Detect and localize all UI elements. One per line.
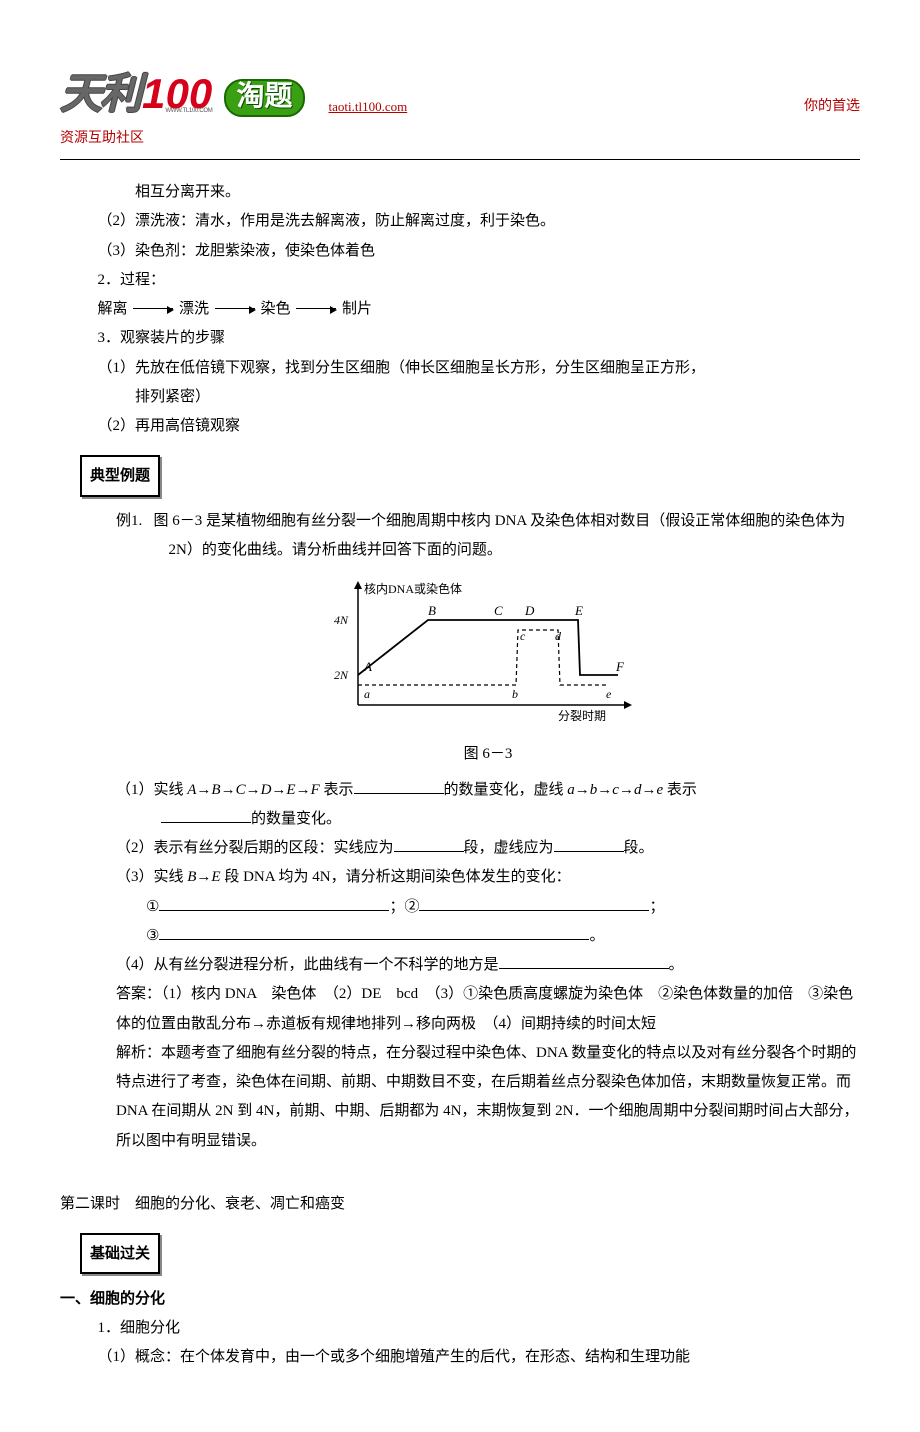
q-text: （1）实线: [116, 782, 187, 798]
q-text: （2）表示有丝分裂后期的区段：实线应为: [116, 840, 394, 856]
q-text: 表示: [320, 782, 354, 798]
question-3-sub2: ③。: [116, 922, 860, 951]
q-italic: B→E: [187, 869, 220, 885]
example-number: 例1.: [116, 513, 142, 529]
taoti-badge: 淘题: [224, 79, 304, 117]
pt-F: F: [615, 659, 625, 674]
chart-xlabel: 分裂时期: [558, 709, 606, 723]
q-text: 段 DNA 均为 4N，请分析这期间染色体发生的变化：: [221, 869, 571, 885]
pt-d: d: [555, 629, 562, 643]
example-1: 例1. 图 6－3 是某植物细胞有丝分裂一个细胞周期中核内 DNA 及染色体相对…: [60, 507, 860, 1156]
header-subtitle: 资源互助社区: [60, 127, 860, 147]
logo: 天利 1 00 WWW.TL100.COM: [60, 60, 212, 121]
process-step: 漂洗: [179, 301, 209, 317]
q-text: 段。: [624, 840, 654, 856]
fill-blank[interactable]: [554, 836, 624, 852]
pt-E: E: [574, 603, 583, 618]
chart-caption: 图 6－3: [116, 740, 860, 769]
process-step: 染色: [261, 301, 291, 317]
question-4: （4）从有丝分裂进程分析，此曲线有一个不科学的地方是 。: [116, 951, 860, 980]
pt-c: c: [520, 629, 526, 643]
text-line: （1）先放在低倍镜下观察，找到分生区细胞（伸长区细胞呈长方形，分生区细胞呈正方形…: [60, 354, 860, 383]
q-text: 。: [589, 928, 604, 944]
header-tagline: 你的首选: [804, 95, 860, 115]
chart-figure: 2N 4N 核内DNA或染色体 分裂时期 A B C D E F: [116, 575, 860, 736]
explanation-block: 解析：本题考查了细胞有丝分裂的特点，在分裂过程中染色体、DNA 数量变化的特点以…: [116, 1039, 860, 1156]
q-italic: a→b→c→d→e: [567, 782, 663, 798]
text-line: （1）概念：在个体发育中，由一个或多个细胞增殖产生的后代，在形态、结构和生理功能: [60, 1343, 860, 1372]
arrow-icon: [215, 308, 255, 309]
fill-blank[interactable]: [354, 778, 444, 794]
page-header: 天利 1 00 WWW.TL100.COM 淘题 taoti.tl100.com…: [60, 60, 860, 121]
text-line: 2．过程：: [60, 266, 860, 295]
logo-chinese: 天利: [60, 60, 140, 121]
section-tag-example: 典型例题: [80, 455, 160, 496]
pt-C: C: [494, 603, 503, 618]
pt-A: A: [363, 659, 372, 674]
arrow-icon: [133, 308, 173, 309]
question-3-sub: ① ；② ；: [116, 893, 860, 922]
header-divider: [60, 159, 860, 160]
chart-ylabel: 核内DNA或染色体: [364, 581, 462, 596]
q-text: （4）从有丝分裂进程分析，此曲线有一个不科学的地方是: [116, 957, 499, 973]
text-line: 相互分离开来。: [60, 178, 860, 207]
pt-e: e: [606, 687, 612, 701]
text-line: （2）漂洗液：清水，作用是洗去解离液，防止解离过度，利于染色。: [60, 207, 860, 236]
q-text: ；: [649, 899, 664, 915]
q-text: 的数量变化。: [251, 811, 341, 827]
example-text: 图 6－3 是某植物细胞有丝分裂一个细胞周期中核内 DNA 及染色体相对数目（假…: [154, 513, 846, 558]
process-step: 解离: [98, 301, 128, 317]
chart-svg: 2N 4N 核内DNA或染色体 分裂时期 A B C D E F: [328, 575, 648, 725]
q-text: （3）实线: [116, 869, 187, 885]
text-line: （3）染色剂：龙胆紫染液，使染色体着色: [60, 237, 860, 266]
pt-b: b: [512, 687, 518, 701]
chart-solid-line: [358, 620, 618, 675]
fill-blank[interactable]: [419, 895, 649, 911]
example-stem: 例1. 图 6－3 是某植物细胞有丝分裂一个细胞周期中核内 DNA 及染色体相对…: [116, 507, 860, 566]
text-line: 排列紧密）: [60, 383, 860, 412]
q-text: 的数量变化，虚线: [444, 782, 568, 798]
heading-diff: 一、细胞的分化: [60, 1284, 860, 1313]
logo-digit-1: 1: [142, 70, 165, 118]
section-tag-basics: 基础过关: [80, 1233, 160, 1274]
question-2: （2）表示有丝分裂后期的区段：实线应为 段，虚线应为 段。: [116, 834, 860, 863]
fill-blank[interactable]: [159, 895, 389, 911]
process-step: 制片: [342, 301, 372, 317]
q-italic: A→B→C→D→E→F: [187, 782, 320, 798]
logo-small-url: WWW.TL100.COM: [165, 109, 212, 114]
fill-blank[interactable]: [394, 836, 464, 852]
q-text: ；②: [389, 899, 419, 915]
q-text: ③: [146, 928, 159, 944]
answer-block: 答案：（1）核内 DNA 染色体 （2）DE bcd （3）①染色质高度螺旋为染…: [116, 980, 860, 1039]
pt-D: D: [524, 603, 535, 618]
q-text: 表示: [663, 782, 697, 798]
ytick-2n: 2N: [334, 668, 349, 682]
question-1: （1）实线 A→B→C→D→E→F 表示 的数量变化，虚线 a→b→c→d→e 表…: [116, 776, 860, 805]
q-text: 。: [669, 957, 684, 973]
chart-dashed-line: [358, 630, 608, 685]
process-flow: 解离 漂洗 染色 制片: [60, 295, 860, 324]
question-1b: 的数量变化。: [116, 805, 860, 834]
document-body: 相互分离开来。 （2）漂洗液：清水，作用是洗去解离液，防止解离过度，利于染色。 …: [60, 178, 860, 1372]
arrow-icon: [296, 308, 336, 309]
text-line: 3．观察装片的步骤: [60, 324, 860, 353]
fill-blank[interactable]: [159, 924, 589, 940]
text-line: （2）再用高倍镜观察: [60, 412, 860, 441]
pt-a: a: [364, 687, 370, 701]
q-text: 段，虚线应为: [464, 840, 554, 856]
logo-digit-00: 00 WWW.TL100.COM: [165, 75, 212, 114]
question-3: （3）实线 B→E 段 DNA 均为 4N，请分析这期间染色体发生的变化：: [116, 863, 860, 892]
text-line: 1．细胞分化: [60, 1314, 860, 1343]
lesson-2-title: 第二课时 细胞的分化、衰老、凋亡和癌变: [60, 1190, 860, 1219]
pt-B: B: [428, 603, 436, 618]
header-url[interactable]: taoti.tl100.com: [329, 99, 408, 115]
q-text: ①: [146, 899, 159, 915]
fill-blank[interactable]: [161, 807, 251, 823]
fill-blank[interactable]: [499, 953, 669, 969]
ytick-4n: 4N: [334, 613, 349, 627]
